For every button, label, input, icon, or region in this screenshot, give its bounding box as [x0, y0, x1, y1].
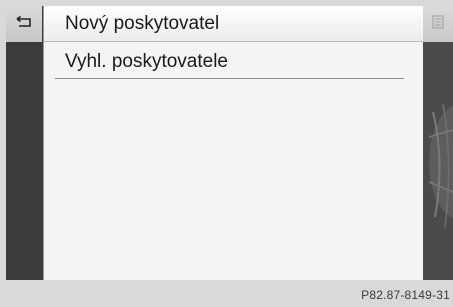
figure-code: P82.87-8149-31 [361, 288, 450, 302]
back-button[interactable] [6, 6, 42, 42]
right-control-strip [423, 6, 453, 280]
left-control-strip [6, 6, 42, 280]
menu-item-label: Nový poskytovatel [65, 12, 220, 34]
back-arrow-icon [15, 15, 33, 33]
menu-item-new-provider[interactable]: Nový poskytovatel [44, 6, 423, 42]
display-screen: Nový poskytovatel Vyhl. poskytovatele [6, 6, 453, 280]
map-background [423, 42, 453, 280]
options-button[interactable] [423, 6, 453, 42]
menu-item-label: Vyhl. poskytovatele [65, 51, 228, 72]
menu-panel: Nový poskytovatel Vyhl. poskytovatele [43, 6, 424, 280]
menu-item-search-providers[interactable]: Vyhl. poskytovatele [44, 44, 423, 80]
menu-divider [55, 78, 404, 79]
list-icon [432, 15, 444, 34]
